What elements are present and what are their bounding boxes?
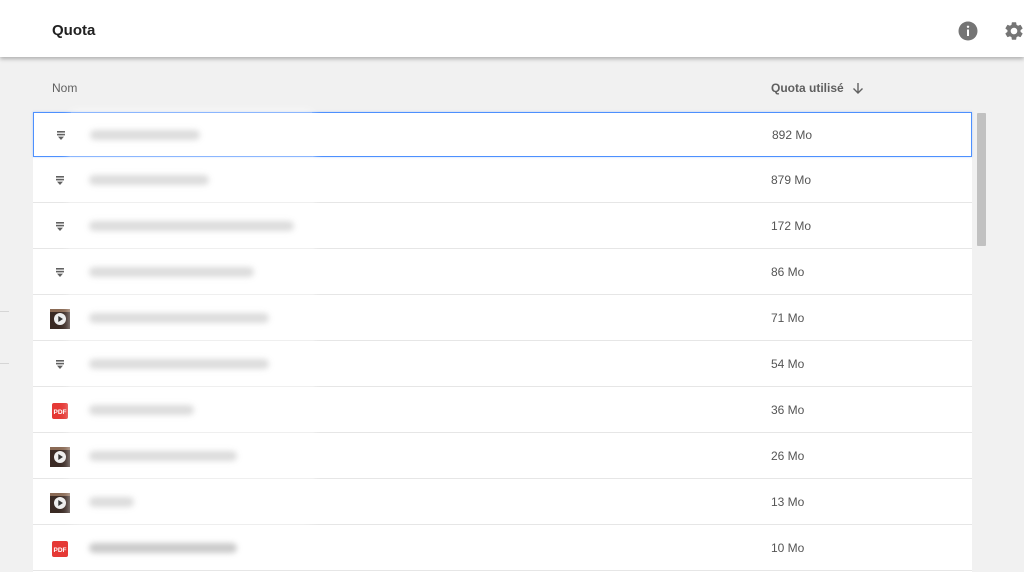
- table-row[interactable]: 86 Mo: [33, 250, 972, 295]
- video-thumbnail-icon: [50, 447, 70, 467]
- table-row[interactable]: 26 Mo: [33, 434, 972, 479]
- file-quota-size: 26 Mo: [771, 449, 805, 463]
- divider: [0, 311, 9, 312]
- file-quota-size: 13 Mo: [771, 495, 805, 509]
- video-thumbnail-icon: [50, 309, 70, 329]
- file-name-redacted: [90, 130, 200, 140]
- divider: [0, 363, 9, 364]
- google-doc-icon: [50, 171, 70, 191]
- file-quota-size: 10 Mo: [771, 541, 805, 555]
- file-quota-size: 54 Mo: [771, 357, 805, 371]
- file-name-redacted: [89, 497, 134, 507]
- file-name-redacted: [89, 359, 269, 369]
- svg-text:PDF: PDF: [54, 547, 67, 554]
- table-row[interactable]: PDF 10 Mo: [33, 526, 972, 571]
- google-doc-icon: [50, 263, 70, 283]
- gear-icon[interactable]: [1003, 20, 1024, 42]
- table-row[interactable]: PDF 36 Mo: [33, 388, 972, 433]
- info-icon[interactable]: [958, 21, 978, 41]
- table-row[interactable]: 879 Mo: [33, 158, 972, 203]
- table-row[interactable]: 13 Mo: [33, 480, 972, 525]
- google-doc-icon: [50, 217, 70, 237]
- file-quota-size: 879 Mo: [771, 173, 812, 187]
- file-quota-size: 86 Mo: [771, 265, 805, 279]
- file-name-redacted: [89, 405, 194, 415]
- file-quota-size: 172 Mo: [771, 219, 812, 233]
- file-name-redacted: [89, 267, 254, 277]
- page-title: Quota: [52, 22, 96, 39]
- column-header-quota[interactable]: Quota utilisé: [771, 81, 864, 95]
- file-quota-size: 892 Mo: [772, 128, 813, 142]
- table-row[interactable]: 172 Mo: [33, 204, 972, 249]
- file-name-redacted: [89, 451, 237, 461]
- google-doc-icon: [51, 126, 71, 146]
- pdf-icon: PDF: [50, 539, 70, 559]
- table-row[interactable]: 54 Mo: [33, 342, 972, 387]
- column-header-name[interactable]: Nom: [52, 81, 77, 95]
- arrow-down-icon: [852, 83, 863, 94]
- file-name-redacted: [89, 175, 209, 185]
- google-doc-icon: [50, 355, 70, 375]
- file-quota-size: 36 Mo: [771, 403, 805, 417]
- table-row[interactable]: 71 Mo: [33, 296, 972, 341]
- column-header-quota-label: Quota utilisé: [771, 81, 844, 95]
- svg-text:PDF: PDF: [54, 409, 67, 416]
- file-name-redacted: [89, 543, 237, 553]
- file-list: 892 Mo 879 Mo 172 Mo 86 Mo 71 Mo 54 Mo PDF 36 M…: [33, 112, 972, 572]
- file-name-redacted: [89, 221, 294, 231]
- video-thumbnail-icon: [50, 493, 70, 513]
- top-bar: Quota: [0, 0, 1024, 57]
- file-name-redacted: [89, 313, 269, 323]
- pdf-icon: PDF: [50, 401, 70, 421]
- table-row[interactable]: 892 Mo: [33, 112, 972, 157]
- scrollbar-thumb[interactable]: [977, 113, 986, 246]
- file-quota-size: 71 Mo: [771, 311, 805, 325]
